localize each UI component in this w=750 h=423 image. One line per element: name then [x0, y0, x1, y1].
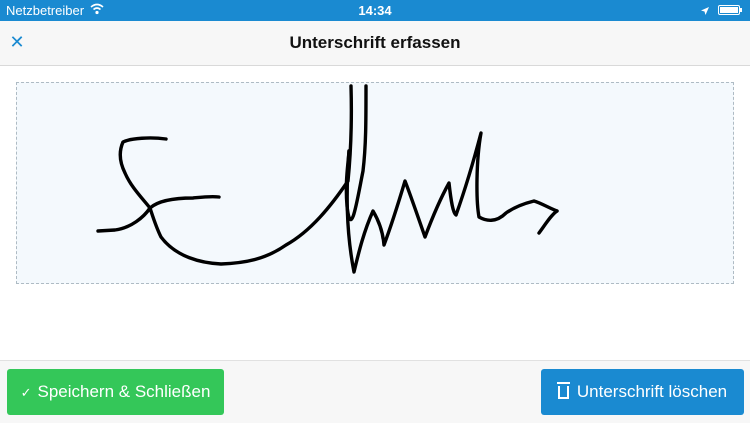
clear-signature-button[interactable]: Unterschrift löschen — [541, 369, 744, 415]
signature-pad[interactable] — [16, 82, 734, 284]
trash-icon — [556, 382, 570, 399]
check-icon: ✓ — [20, 384, 32, 400]
clear-button-label: Unterschrift löschen — [576, 382, 728, 401]
footer-toolbar: ✓ Speichern & Schließen Unterschrift lösc… — [0, 360, 750, 423]
save-button-label: Speichern & Schließen — [37, 382, 211, 401]
save-and-close-button[interactable]: ✓ Speichern & Schließen — [7, 369, 224, 415]
